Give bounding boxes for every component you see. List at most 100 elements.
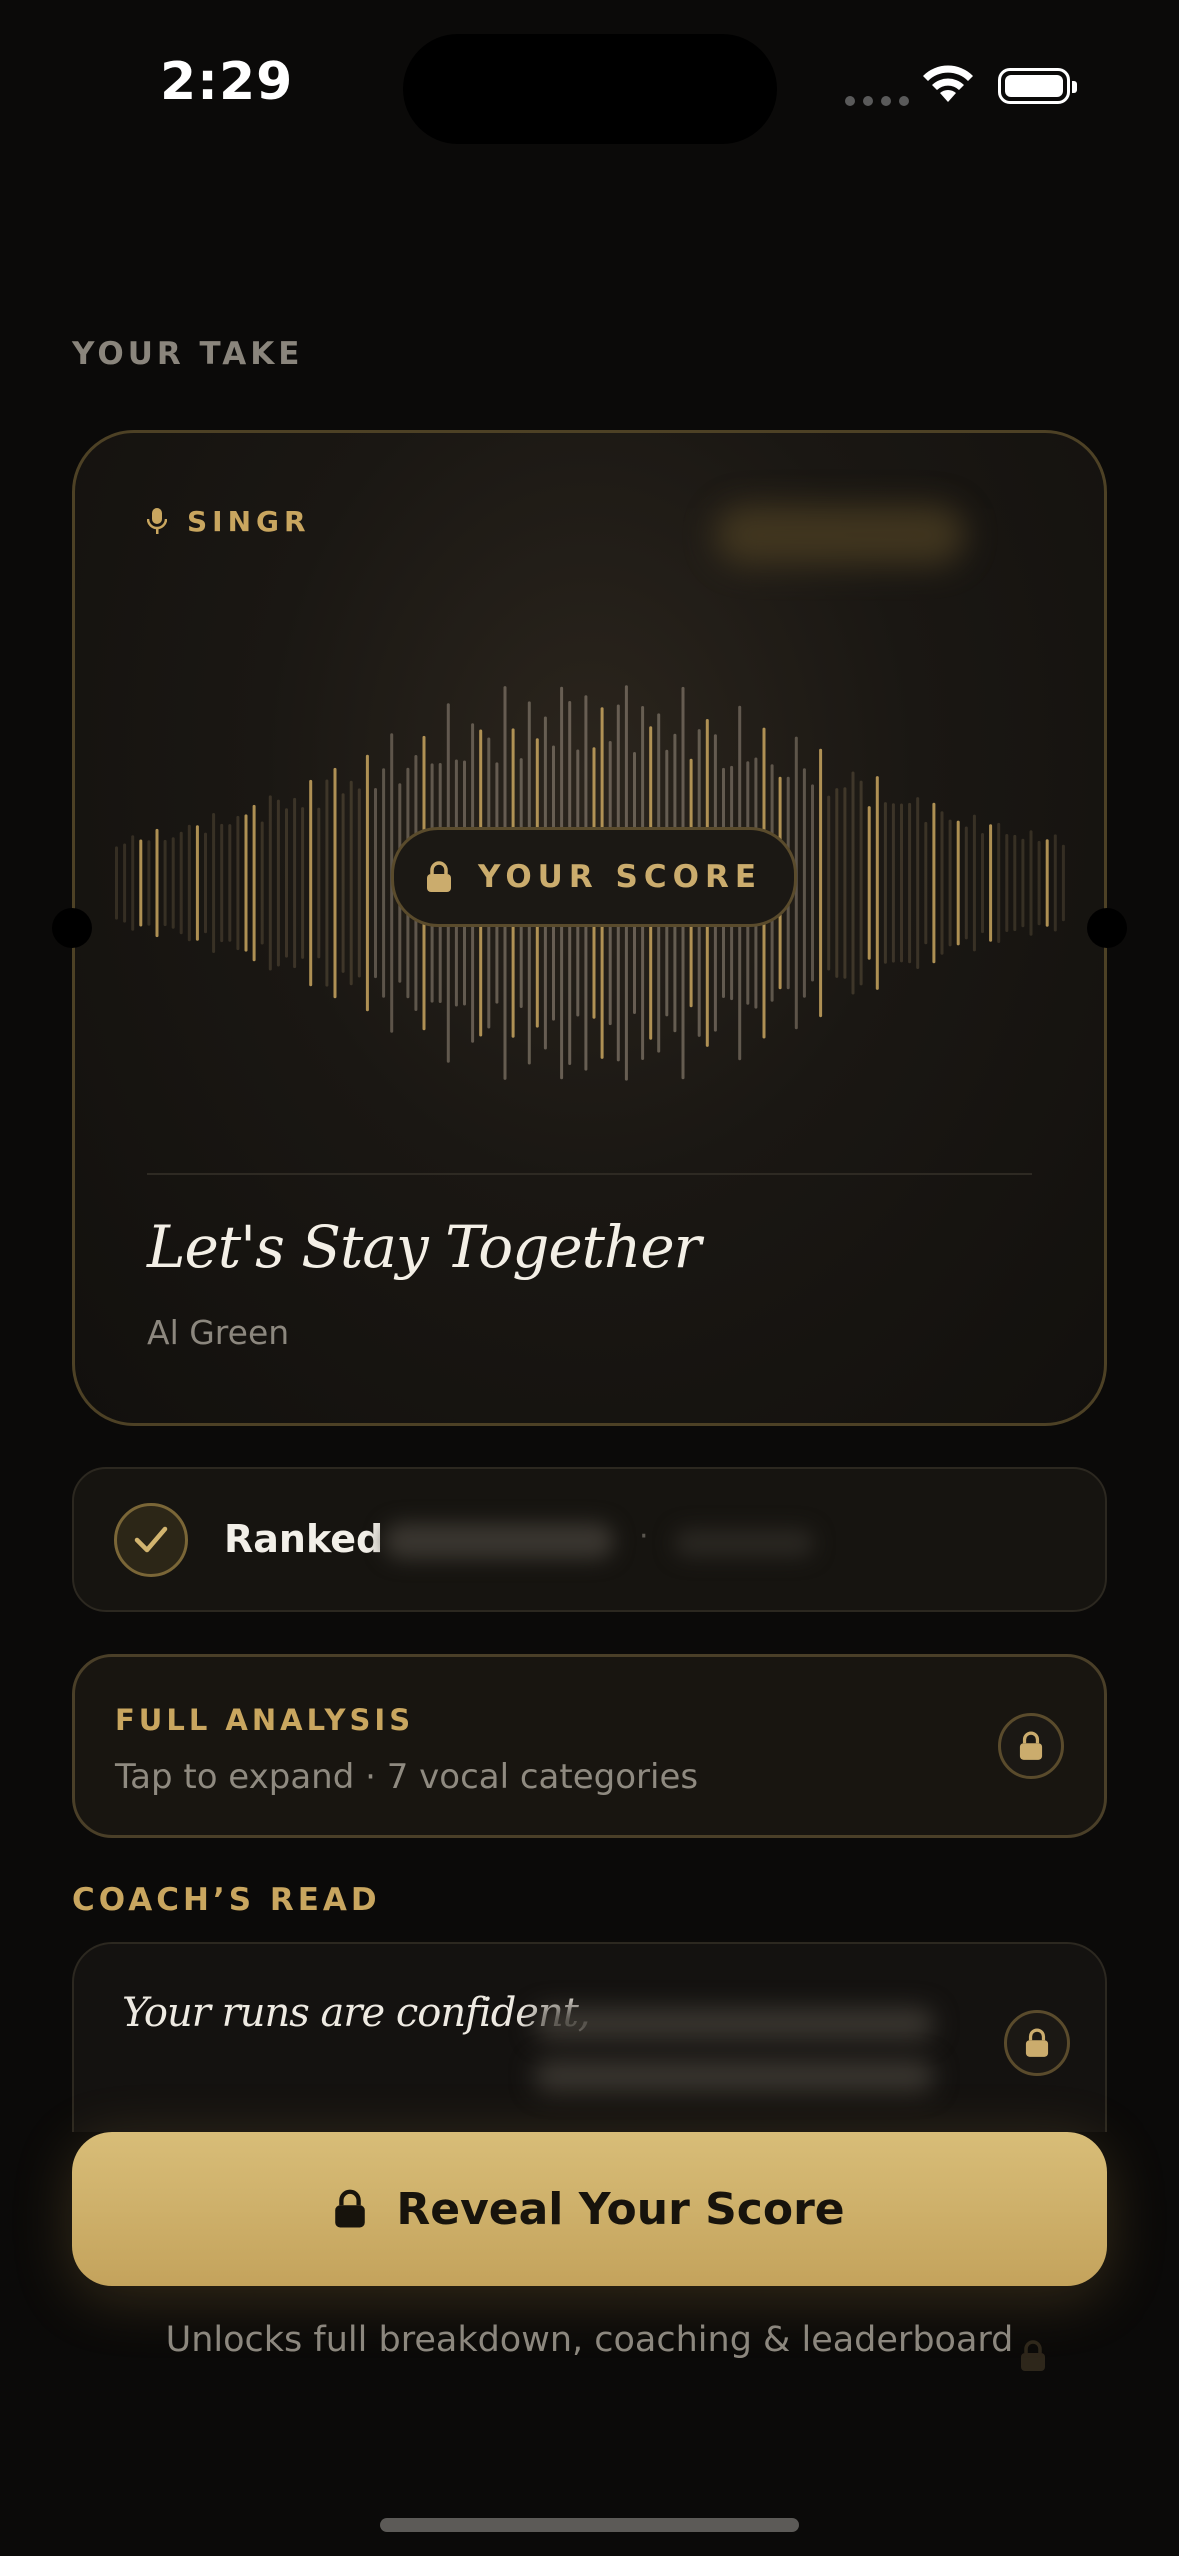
waveform-bar [819, 748, 823, 1018]
brand: SINGR [147, 505, 311, 538]
waveform-bar [1037, 840, 1041, 926]
card-notch-left [52, 908, 92, 948]
reveal-button-label: Reveal Your Score [396, 2183, 845, 2235]
status-time: 2:29 [160, 52, 294, 112]
waveform-bar [908, 802, 912, 964]
waveform-bar [212, 813, 216, 953]
waveform-bar [285, 808, 288, 958]
waveform-bar [900, 803, 903, 963]
score-pill-label: YOUR SCORE [477, 859, 762, 895]
waveform-bar [916, 797, 920, 969]
wifi-icon [923, 65, 973, 102]
lock-icon [1021, 2340, 1045, 2371]
waveform-bar [972, 814, 976, 952]
waveform-bar [811, 784, 814, 982]
coach-lock [1004, 2010, 1070, 2076]
battery-icon [998, 68, 1077, 104]
waveform-bar [891, 803, 895, 963]
song-artist: Al Green [147, 1313, 290, 1352]
analysis-subtitle: Tap to expand · 7 vocal categories [115, 1757, 699, 1797]
check-circle [114, 1503, 188, 1577]
waveform-bar [997, 822, 1001, 943]
waveform-bar [204, 832, 207, 934]
waveform-bar [365, 754, 369, 1012]
waveform-bar [220, 823, 224, 943]
waveform-bar [309, 779, 313, 987]
waveform-bar [1029, 830, 1033, 936]
blurred-badge [715, 505, 965, 565]
waveform-bar [875, 776, 879, 990]
waveform-bar [851, 771, 855, 995]
waveform-bar [1045, 839, 1049, 927]
score-pill[interactable]: YOUR SCORE [391, 827, 797, 927]
waveform-bar [867, 806, 871, 960]
waveform-bar [293, 797, 297, 969]
blurred-rank [384, 1523, 614, 1559]
full-analysis-card[interactable]: FULL ANALYSIS Tap to expand · 7 vocal ca… [72, 1654, 1107, 1838]
waveform-bar [940, 811, 944, 955]
waveform-bar [147, 840, 151, 926]
waveform-bar [131, 835, 135, 931]
waveform-bar [187, 824, 191, 942]
unlock-caption: Unlocks full breakdown, coaching & leade… [165, 2320, 1014, 2360]
blurred-rank-detail [674, 1529, 814, 1557]
song-title: Let's Stay Together [147, 1213, 701, 1281]
blurred-coach-line-1 [534, 2008, 934, 2040]
waveform-bar [341, 793, 345, 973]
waveform-bar [115, 846, 118, 920]
waveform-bar [260, 821, 264, 945]
card-notch-right [1087, 908, 1127, 948]
waveform-bar [325, 779, 329, 987]
waveform-bar [1061, 844, 1065, 922]
ranked-row[interactable]: Ranked · [72, 1467, 1107, 1612]
waveform-bar [989, 824, 993, 942]
mic-icon [147, 507, 167, 534]
waveform-bar [228, 824, 232, 942]
waveform-bar [859, 780, 863, 986]
waveform-bar [139, 839, 143, 927]
your-take-label: YOUR TAKE [72, 336, 304, 372]
lock-icon [1025, 2028, 1049, 2057]
waveform-bar [956, 820, 960, 946]
waveform-bar [268, 795, 272, 971]
waveform-bar [1053, 834, 1057, 932]
waveform-bar [171, 837, 175, 929]
waveform-bar [333, 767, 337, 999]
waveform-bar [123, 843, 127, 923]
waveform-bar [883, 802, 887, 964]
waveform-bar [1021, 838, 1025, 928]
waveform-bar [357, 788, 361, 978]
waveform-bar [163, 839, 167, 927]
blurred-coach-line-2 [534, 2060, 934, 2092]
waveform-bar [301, 807, 305, 959]
waveform-bar [924, 821, 928, 945]
card-divider [147, 1173, 1032, 1175]
score-card[interactable]: SINGR YOUR SCORE Let's Stay Together Al … [72, 430, 1107, 1426]
cellular-signal-icon [845, 96, 909, 106]
waveform-bar [236, 815, 240, 951]
lock-icon [335, 2189, 366, 2228]
lock-icon [1019, 1731, 1043, 1760]
coach-read-label: COACH’S READ [72, 1882, 381, 1918]
waveform-bar [252, 804, 256, 962]
waveform-bar [932, 802, 936, 964]
reveal-score-button[interactable]: Reveal Your Score [72, 2132, 1107, 2286]
coach-read-card[interactable]: Your runs are confident, [72, 1942, 1107, 2132]
waveform-bar [179, 831, 183, 935]
rank-separator: · [639, 1519, 649, 1554]
waveform-bar [1005, 834, 1009, 932]
analysis-lock [998, 1713, 1064, 1779]
waveform-bar [843, 787, 847, 979]
coach-text: Your runs are confident, [122, 1990, 591, 2036]
check-icon [134, 1526, 168, 1553]
waveform-bar [276, 799, 280, 967]
waveform-bar [964, 826, 968, 940]
home-indicator [380, 2518, 799, 2532]
waveform-bar [835, 788, 839, 978]
waveform-bar [948, 819, 952, 947]
dynamic-island [403, 34, 777, 144]
waveform-bar [244, 814, 248, 952]
waveform-bar [802, 768, 806, 998]
waveform-bar [349, 780, 353, 986]
analysis-title: FULL ANALYSIS [115, 1703, 415, 1737]
